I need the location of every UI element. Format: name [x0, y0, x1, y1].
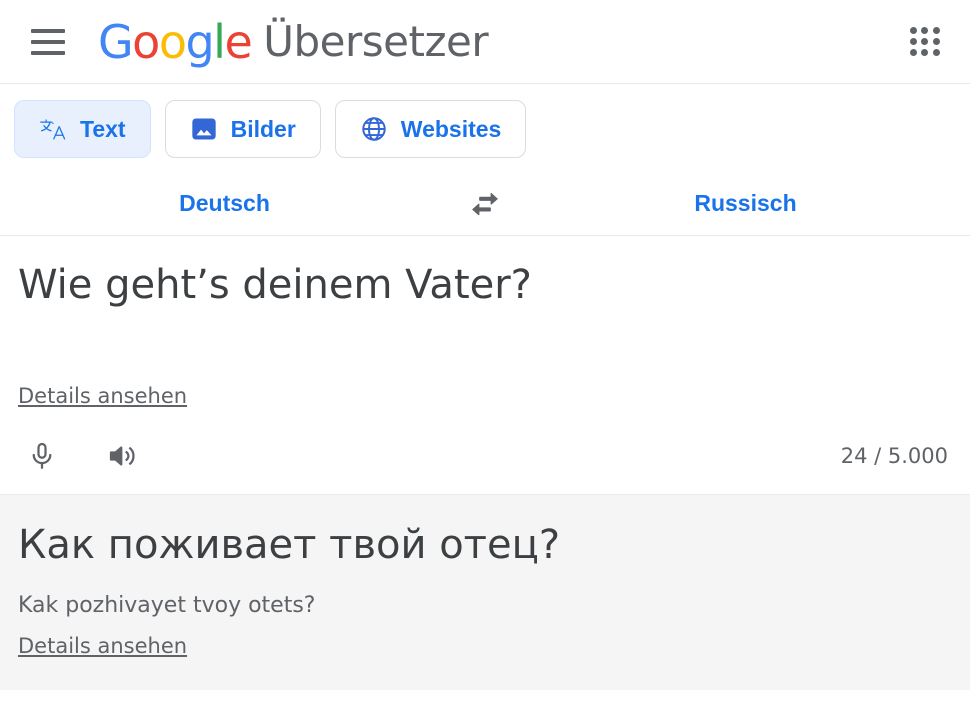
logo-letter-o1: o [132, 14, 160, 69]
menu-bar-1 [31, 28, 65, 33]
image-icon [190, 115, 218, 143]
logo-letter-g2: g [185, 14, 214, 69]
app-header: Google Übersetzer [0, 0, 970, 84]
apps-dot [932, 49, 940, 57]
source-language-selector[interactable]: Deutsch [0, 190, 449, 217]
source-text-input[interactable]: Wie geht’s deinem Vater? [18, 260, 950, 370]
logo-letter-e: e [224, 14, 252, 69]
source-action-row: 24 / 5.000 [18, 432, 948, 480]
result-details-link[interactable]: Details ansehen [18, 634, 187, 658]
apps-dot [921, 37, 929, 45]
apps-grid-icon[interactable] [902, 19, 948, 65]
tab-websites[interactable]: Websites [334, 100, 527, 158]
tab-bilder[interactable]: Bilder [164, 100, 321, 158]
apps-dot [910, 26, 918, 34]
brand-logo[interactable]: Google Übersetzer [98, 16, 489, 66]
product-name: Übersetzer [263, 16, 489, 66]
volume-up-icon[interactable] [98, 432, 146, 480]
source-details-link[interactable]: Details ansehen [18, 384, 187, 408]
tab-websites-label: Websites [400, 115, 502, 142]
swap-languages-icon[interactable] [449, 189, 521, 219]
logo-letter-o2: o [158, 14, 187, 69]
apps-dot [910, 49, 918, 57]
tab-text-label: Text [80, 115, 126, 142]
apps-dot [921, 26, 929, 34]
logo-letter-l: l [213, 14, 226, 69]
globe-icon [360, 115, 388, 143]
apps-dot [932, 37, 940, 45]
apps-dot [932, 26, 940, 34]
translated-text: Как поживает твой отец? [18, 522, 561, 568]
google-wordmark: Google [98, 19, 253, 65]
apps-dot [921, 49, 929, 57]
character-counter: 24 / 5.000 [840, 444, 948, 468]
target-language-selector[interactable]: Russisch [521, 190, 970, 217]
apps-dot [910, 37, 918, 45]
tab-text[interactable]: Text [14, 100, 151, 158]
language-bar: Deutsch Russisch [0, 172, 970, 236]
menu-bar-2 [31, 39, 65, 44]
mode-tabs: Text Bilder Websites [0, 84, 970, 172]
microphone-icon[interactable] [18, 432, 66, 480]
transliteration-text: Kak pozhivayet tvoy otets? [18, 593, 316, 618]
source-panel: Wie geht’s deinem Vater? Details ansehen… [0, 236, 970, 494]
menu-bar-3 [31, 50, 65, 55]
translation-result-panel: Как поживает твой отец? Kak pozhivayet t… [0, 494, 970, 690]
tab-bilder-label: Bilder [230, 115, 296, 142]
hamburger-menu-icon[interactable] [24, 18, 72, 66]
logo-letter-g: G [98, 14, 134, 69]
translate-icon [39, 115, 67, 143]
